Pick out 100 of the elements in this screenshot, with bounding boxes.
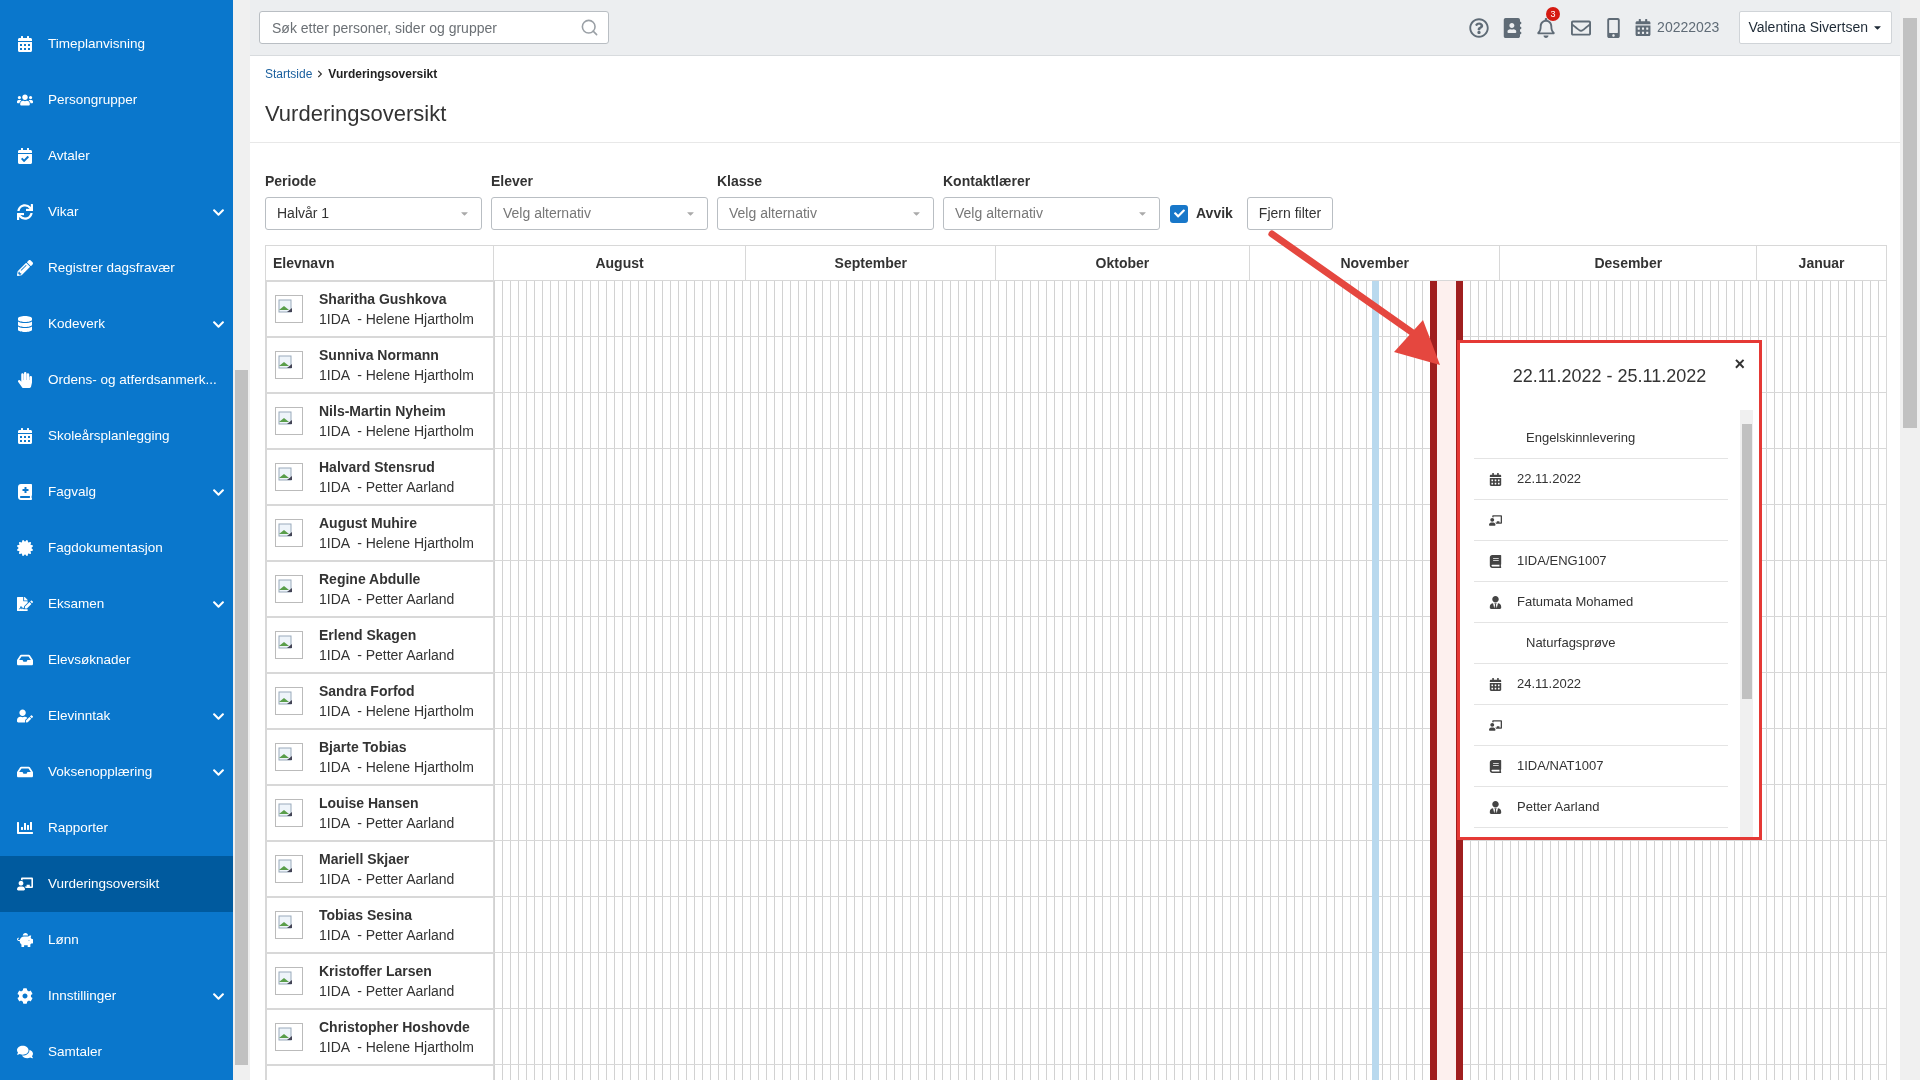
broken-image-icon: [275, 799, 303, 827]
broken-image-icon: [275, 743, 303, 771]
broken-image-icon: [275, 575, 303, 603]
hand-icon: [17, 372, 33, 388]
student-cell[interactable]: Erlend Skagen 1IDA - Petter Aarland: [266, 617, 494, 673]
student-cell[interactable]: Regine Abdulle 1IDA - Petter Aarland: [266, 561, 494, 617]
student-name: Kristoffer Larsen: [319, 962, 433, 981]
student-cell[interactable]: Bjarte Tobias 1IDA - Helene Hjartholm: [266, 729, 494, 785]
page-title: Vurderingsoversikt: [265, 100, 448, 128]
student-name: Louise Hansen: [319, 794, 420, 813]
search-icon: [580, 18, 599, 37]
month-header: Desember: [1500, 246, 1758, 280]
student-cell[interactable]: Kristoffer Larsen 1IDA - Petter Aarland: [266, 953, 494, 1009]
book-icon: [17, 484, 33, 500]
popup-detail: 22.11.2022: [1517, 470, 1582, 489]
broken-image-icon: [275, 631, 303, 659]
student-cell[interactable]: Sunniva Normann 1IDA - Helene Hjartholm: [266, 337, 494, 393]
student-name: Regine Abdulle: [319, 570, 422, 589]
inbox-icon: [17, 764, 33, 780]
sidebar-item[interactable]: Ordens- og atferdsanmerk...: [0, 352, 233, 408]
notification-badge: 3: [1546, 6, 1561, 21]
calendar-check-icon: [17, 148, 33, 164]
student-cell[interactable]: Tobias Sesina 1IDA - Petter Aarland: [266, 897, 494, 953]
month-header: Januar: [1797, 253, 1846, 273]
sidebar-item[interactable]: Persongrupper: [0, 72, 233, 128]
student-name: Sandra Forfod: [319, 682, 416, 701]
student-cell[interactable]: Mariell Skjaer 1IDA - Petter Aarland: [266, 841, 494, 897]
badge-icon: [17, 540, 33, 556]
student-class: 1IDA - Helene Hjartholm: [319, 702, 474, 721]
student-cell[interactable]: Louise Hansen 1IDA - Petter Aarland: [266, 785, 494, 841]
student-cell[interactable]: Sandra Forfod 1IDA - Helene Hjartholm: [266, 673, 494, 729]
book-icon: [1489, 759, 1502, 773]
popup-detail: 1IDA/NAT1007: [1517, 757, 1604, 776]
sidebar-item[interactable]: Avtaler: [0, 128, 233, 184]
student-class: 1IDA - Petter Aarland: [319, 478, 455, 497]
piggy-bank-icon: [17, 932, 33, 948]
student-cell[interactable]: Sharitha Gushkova 1IDA - Helene Hjartholm: [266, 281, 494, 337]
sidebar-item[interactable]: Voksenopplæring: [0, 744, 233, 800]
breadcrumb-link[interactable]: Startside: [265, 65, 313, 83]
student-name: Halvard Stensrud: [319, 458, 436, 477]
user-menu[interactable]: Valentina Sivertsen: [1739, 11, 1892, 44]
sidebar-item[interactable]: Timeplanvisning: [0, 16, 233, 72]
sidebar-item[interactable]: Skoleårsplanlegging: [0, 408, 233, 464]
teacher-board-icon: [1489, 513, 1502, 527]
sidebar-item[interactable]: Registrer dagsfravær: [0, 240, 233, 296]
student-name: Nils-Martin Nyheim: [319, 402, 447, 421]
broken-image-icon: [275, 967, 303, 995]
broken-image-icon: [275, 855, 303, 883]
close-button[interactable]: ×: [1734, 355, 1745, 373]
clear-filter-button[interactable]: Fjern filter: [1246, 197, 1334, 230]
sidebar-item[interactable]: Innstillinger: [0, 968, 233, 1024]
school-year[interactable]: 20222023: [1657, 17, 1720, 38]
student-cell[interactable]: August Muhire 1IDA - Helene Hjartholm: [266, 505, 494, 561]
broken-image-icon: [275, 351, 303, 379]
calendar-icon: [1635, 19, 1652, 36]
person-icon: [1489, 800, 1502, 814]
inbox-icon: [17, 652, 33, 668]
student-cell[interactable]: Nils-Martin Nyheim 1IDA - Helene Hjartholm: [266, 393, 494, 449]
dropdown[interactable]: Velg alternativ: [491, 197, 708, 230]
sidebar-item[interactable]: Vikar: [0, 184, 233, 240]
sidebar-item[interactable]: Kodeverk: [0, 296, 233, 352]
student-name: Erlend Skagen: [319, 626, 418, 645]
contact-card-icon[interactable]: [1503, 17, 1523, 38]
sidebar-item[interactable]: Eksamen: [0, 576, 233, 632]
sidebar-item[interactable]: Fagvalg: [0, 464, 233, 520]
student-name: Christopher Hoshovde: [319, 1018, 471, 1037]
student-name: August Muhire: [319, 514, 418, 533]
sidebar-item[interactable]: Elevsøknader: [0, 632, 233, 688]
sidebar-item[interactable]: Lønn: [0, 912, 233, 968]
student-class: 1IDA - Helene Hjartholm: [319, 1038, 474, 1057]
sidebar-item[interactable]: Samtaler: [0, 1024, 233, 1080]
phone-icon[interactable]: [1606, 17, 1622, 38]
calendar-icon: [1489, 677, 1502, 691]
bell-icon[interactable]: [1536, 17, 1557, 38]
month-header: August: [493, 246, 747, 280]
signature-icon: [17, 596, 33, 612]
month-header: September: [746, 246, 997, 280]
dropdown[interactable]: Velg alternativ: [943, 197, 1160, 230]
search-field[interactable]: Søk etter personer, sider og grupper: [259, 11, 609, 44]
checkbox[interactable]: [1170, 204, 1188, 223]
help-icon[interactable]: [1469, 17, 1490, 38]
sidebar-item[interactable]: Fagdokumentasjon: [0, 520, 233, 576]
sidebar-item[interactable]: Vurderingsoversikt: [0, 856, 233, 912]
sidebar-item[interactable]: Elevinntak: [0, 688, 233, 744]
student-class: 1IDA - Petter Aarland: [319, 982, 455, 1001]
dropdown[interactable]: Halvår 1: [265, 197, 482, 230]
assessment-title: Naturfagsprøve: [1526, 634, 1616, 653]
student-cell[interactable]: Halvard Stensrud 1IDA - Petter Aarland: [266, 449, 494, 505]
dropdown[interactable]: Velg alternativ: [717, 197, 934, 230]
assessment-title: Engelskinnlevering: [1526, 429, 1636, 448]
student-cell[interactable]: Christopher Hoshovde 1IDA - Helene Hjartholm: [266, 1009, 494, 1065]
sidebar-item[interactable]: Rapporter: [0, 800, 233, 856]
popup-title: 22.11.2022 - 25.11.2022: [1512, 365, 1707, 388]
popup-detail: 24.11.2022: [1517, 675, 1582, 694]
filter-label: Klasse: [717, 172, 764, 191]
popup-detail: Petter Aarland: [1517, 798, 1600, 817]
filter-label: Kontaktlærer: [943, 172, 1032, 191]
calendar-icon: [17, 36, 33, 52]
student-class: 1IDA - Helene Hjartholm: [319, 422, 474, 441]
checkbox-label: Avvik: [1196, 204, 1233, 223]
